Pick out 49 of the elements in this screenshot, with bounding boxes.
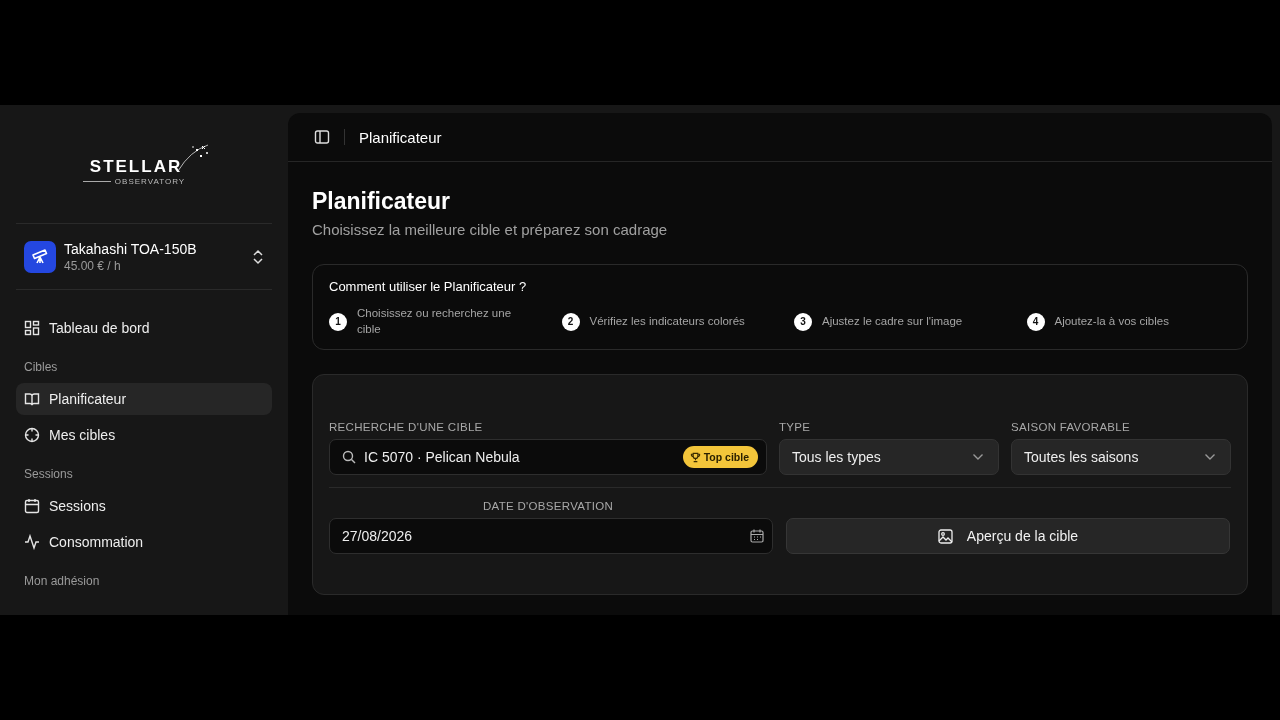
preview-button[interactable]: Aperçu de la cible — [786, 518, 1230, 555]
top-target-badge: Top cible — [682, 446, 758, 469]
header-title: Planificateur — [359, 128, 442, 146]
step-text: Ajoutez-la à vos cibles — [1054, 313, 1169, 329]
nav-item[interactable]: Planificateur — [16, 383, 272, 415]
logo-tagline: OBSERVATORY — [114, 176, 186, 186]
telescope-icon — [24, 240, 56, 273]
field-label: RECHERCHE D'UNE CIBLE — [329, 421, 484, 434]
logo-text: STELLAR — [89, 156, 183, 177]
step-number: 1 — [329, 312, 347, 331]
nav-item[interactable]: Mes cibles — [16, 419, 272, 451]
season-dropdown[interactable]: Toutes les saisons — [1011, 439, 1231, 476]
trophy-icon — [689, 451, 701, 463]
image-icon — [937, 528, 953, 544]
search-icon — [342, 450, 356, 465]
step-number: 4 — [1026, 312, 1045, 331]
type-dropdown[interactable]: Tous les types — [779, 439, 999, 476]
chevron-updown-icon — [252, 248, 264, 265]
step-text: Vérifiez les indicateurs colorés — [589, 313, 745, 329]
page-subtitle: Choisissez la meilleure cible et préparez son cadrage — [312, 221, 669, 238]
target-icon — [24, 427, 40, 443]
search-field[interactable]: IC 5070 · Pelican Nebula Top cible — [329, 439, 767, 476]
nav-item[interactable]: Consommation — [16, 526, 272, 558]
step-text: Ajustez le cadre sur l'image — [822, 313, 963, 329]
nav-section-label: Cibles — [23, 359, 59, 376]
telescope-name: Takahashi TOA-150B — [64, 240, 198, 257]
nav-section-label: Mon adhésion — [23, 573, 101, 590]
step-text: Choisissez ou recherchez une cible — [357, 306, 513, 337]
field-label: SAISON FAVORABLE — [1011, 421, 1131, 434]
sidebar-toggle-icon[interactable] — [314, 129, 330, 145]
calendar-icon — [24, 498, 40, 514]
step-number: 3 — [794, 312, 812, 331]
date-field[interactable]: 27/08/2026 — [329, 518, 773, 555]
grid-icon — [24, 320, 40, 336]
calendar-icon — [750, 529, 764, 544]
telescope-price: 45.00 € / h — [64, 258, 122, 273]
pulse-icon — [24, 534, 40, 550]
help-title: Comment utiliser le Planificateur ? — [329, 279, 528, 294]
nav-section-label: Sessions — [23, 466, 74, 483]
page-title: Planificateur — [312, 188, 452, 215]
telescope-selector[interactable]: Takahashi TOA-150B 45.00 € / h — [16, 224, 272, 290]
nav-item[interactable]: Tableau de bord — [16, 312, 272, 344]
chevron-down-icon — [972, 453, 984, 462]
field-label: TYPE — [779, 421, 812, 434]
step-number: 2 — [561, 312, 580, 331]
field-label: DATE D'OBSERVATION — [482, 500, 615, 513]
book-icon — [24, 391, 40, 407]
nav-item[interactable]: Sessions — [16, 490, 272, 522]
chevron-down-icon — [1204, 453, 1216, 462]
